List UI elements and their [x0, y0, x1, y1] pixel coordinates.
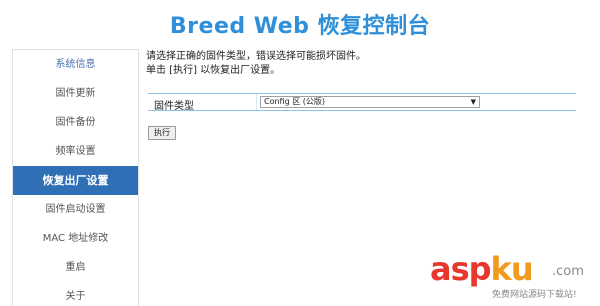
watermark-brand-asp: asp: [430, 250, 492, 288]
sidebar-item-factory-reset[interactable]: 恢复出厂设置: [13, 166, 138, 195]
sidebar-item-system-info[interactable]: 系统信息: [13, 50, 138, 79]
watermark-logo: aspku .com 免费网站源码下载站!: [430, 250, 595, 300]
description-line-2: 单击 [执行] 以恢复出厂设置。: [146, 65, 281, 76]
firmware-type-value: Config 区 (公版): [264, 97, 325, 106]
sidebar-nav: 系统信息 固件更新 固件备份 频率设置 恢复出厂设置 固件启动设置 MAC 地址…: [12, 49, 139, 306]
column-divider: [256, 94, 257, 110]
firmware-type-row: 固件类型 Config 区 (公版) ▼: [148, 93, 576, 112]
firmware-type-label: 固件类型: [154, 101, 194, 112]
sidebar-item-boot-settings[interactable]: 固件启动设置: [13, 195, 138, 224]
watermark-subtitle: 免费网站源码下载站!: [492, 290, 577, 300]
sidebar-item-mac-address[interactable]: MAC 地址修改: [13, 224, 138, 253]
watermark-brand-ku: ku: [490, 250, 534, 288]
page-title: Breed Web 恢复控制台: [169, 14, 431, 39]
watermark-domain: .com: [552, 264, 584, 279]
sidebar-item-firmware-backup[interactable]: 固件备份: [13, 108, 138, 137]
description-line-1: 请选择正确的固件类型，错误选择可能损坏固件。: [146, 51, 366, 62]
execute-button[interactable]: 执行: [148, 126, 176, 140]
sidebar-item-about[interactable]: 关于: [13, 282, 138, 306]
firmware-type-select[interactable]: Config 区 (公版) ▼: [260, 96, 480, 108]
sidebar-item-firmware-update[interactable]: 固件更新: [13, 79, 138, 108]
sidebar-item-frequency-settings[interactable]: 频率设置: [13, 137, 138, 166]
sidebar-item-reboot[interactable]: 重启: [13, 253, 138, 282]
main-content: 请选择正确的固件类型，错误选择可能损坏固件。 单击 [执行] 以恢复出厂设置。: [146, 50, 586, 78]
chevron-down-icon: ▼: [470, 98, 476, 106]
